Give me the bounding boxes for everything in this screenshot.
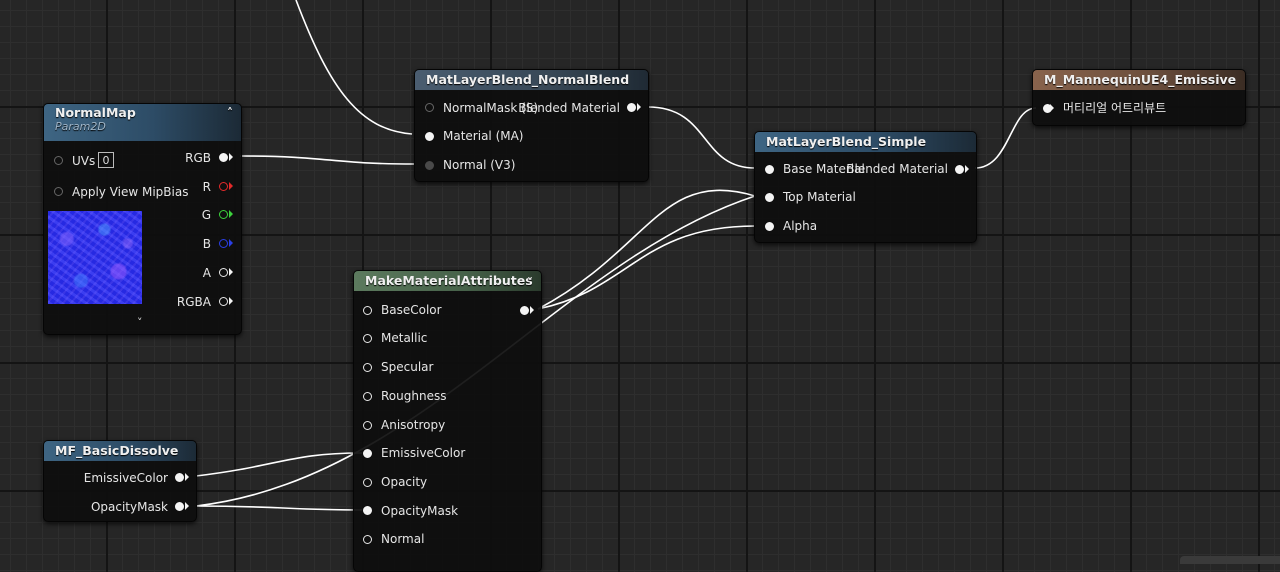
uvs-pin[interactable] <box>54 156 63 165</box>
normal-v3-label: Normal (V3) <box>443 158 516 172</box>
a-arrow-icon <box>229 268 233 276</box>
emissivecolor-pin[interactable] <box>363 449 372 458</box>
specular-pin[interactable] <box>363 363 372 372</box>
uvs-value-field[interactable]: 0 <box>98 152 114 168</box>
normal-texture-preview <box>48 211 142 304</box>
rgb-arrow-icon <box>229 153 233 161</box>
dissolve-node[interactable]: MF_BasicDissolve EmissiveColor OpacityMa… <box>43 440 197 522</box>
chevron-down-icon[interactable]: ˅ <box>527 273 533 291</box>
wire-simple-to-output <box>974 107 1037 169</box>
wire-attributes-to-alpha <box>537 225 756 310</box>
opacitymask-label: OpacityMask <box>381 504 459 518</box>
normalmap-title: NormalMap <box>55 105 136 120</box>
emissive-output-arrow-icon <box>185 473 189 481</box>
b-arrow-icon <box>229 239 233 247</box>
anisotropy-pin[interactable] <box>363 421 372 430</box>
normal-v3-pin[interactable] <box>425 161 434 170</box>
wire-blended-to-base <box>647 106 756 169</box>
normalmap-node[interactable]: NormalMap Param2D ˄ UVs 0 Apply View Mip… <box>43 103 242 335</box>
opacity-pin[interactable] <box>363 478 372 487</box>
apply-mipbias-pin[interactable] <box>54 187 63 196</box>
material-attributes-label: 머티리얼 어트리뷰트 <box>1063 101 1167 115</box>
dissolve-header[interactable]: MF_BasicDissolve <box>44 441 196 461</box>
wire-emissive-to-make <box>195 452 363 477</box>
normalmask-pin[interactable] <box>425 103 434 112</box>
normalmap-subtitle: Param2D <box>55 120 106 133</box>
emissivecolor-label: EmissiveColor <box>381 446 466 460</box>
alpha-pin[interactable] <box>765 222 774 231</box>
roughness-label: Roughness <box>381 389 447 403</box>
g-label: G <box>201 208 211 222</box>
normalmap-header[interactable]: NormalMap Param2D ˄ <box>44 104 241 141</box>
simple-header[interactable]: MatLayerBlend_Simple <box>755 132 976 152</box>
uvs-label: UVs <box>72 154 96 168</box>
basecolor-pin[interactable] <box>363 306 372 315</box>
material-label: Material (MA) <box>443 129 524 143</box>
material-attributes-arrow-icon <box>1050 104 1054 112</box>
b-label: B <box>202 237 211 251</box>
opacity-output-arrow-icon <box>185 502 189 510</box>
r-label: R <box>202 180 211 194</box>
chevron-up-icon[interactable]: ˄ <box>227 106 233 120</box>
simple-output-label: Blended Material <box>846 162 948 176</box>
normalblend-output-label: Blended Material <box>518 101 620 115</box>
make-attributes-node[interactable]: MakeMaterialAttributes ˅ BaseColor Metal… <box>353 270 542 572</box>
g-arrow-icon <box>229 210 233 218</box>
normalblend-header[interactable]: MatLayerBlend_NormalBlend <box>415 70 648 90</box>
wire-attributes-to-top <box>537 189 756 310</box>
rgb-label: RGB <box>185 151 211 165</box>
opacitymask-pin[interactable] <box>363 506 372 515</box>
opacity-output-pin[interactable] <box>175 502 184 511</box>
chevron-down-icon[interactable]: ˅ <box>137 316 143 329</box>
basecolor-label: BaseColor <box>381 303 442 317</box>
make-attributes-title: MakeMaterialAttributes <box>365 273 533 288</box>
top-material-label: Top Material <box>783 190 856 204</box>
material-pin[interactable] <box>425 132 434 141</box>
simple-node[interactable]: MatLayerBlend_Simple Base Material Blend… <box>754 131 977 243</box>
opacity-label: Opacity <box>381 475 428 489</box>
emissive-output-label: EmissiveColor <box>83 471 168 485</box>
rgb-pin[interactable] <box>219 153 228 162</box>
wire-rgb-to-normal <box>239 155 415 165</box>
make-output-pin[interactable] <box>520 306 529 315</box>
wire-opacity-to-make <box>195 505 363 511</box>
roughness-pin[interactable] <box>363 392 372 401</box>
corner-watermark <box>1180 556 1280 564</box>
make-attributes-header[interactable]: MakeMaterialAttributes ˅ <box>354 271 541 291</box>
simple-output-pin[interactable] <box>955 165 964 174</box>
a-pin[interactable] <box>219 268 228 277</box>
r-arrow-icon <box>229 182 233 190</box>
anisotropy-label: Anisotropy <box>381 418 446 432</box>
normal-pin[interactable] <box>363 535 372 544</box>
normalblend-output-arrow-icon <box>637 103 641 111</box>
opacity-output-label: OpacityMask <box>90 500 168 514</box>
rgba-label: RGBA <box>176 295 211 309</box>
metallic-pin[interactable] <box>363 334 372 343</box>
alpha-label: Alpha <box>783 219 818 233</box>
normal-label: Normal <box>381 532 425 546</box>
normalblend-output-pin[interactable] <box>627 103 636 112</box>
make-output-arrow-icon <box>530 306 534 314</box>
b-pin[interactable] <box>219 239 228 248</box>
specular-label: Specular <box>381 360 434 374</box>
output-material-header[interactable]: M_MannequinUE4_Emissive <box>1033 70 1245 90</box>
wire-offscreen-to-material <box>295 0 413 135</box>
rgba-pin[interactable] <box>219 297 228 306</box>
r-pin[interactable] <box>219 182 228 191</box>
metallic-label: Metallic <box>381 331 428 345</box>
emissive-output-pin[interactable] <box>175 473 184 482</box>
base-material-pin[interactable] <box>765 165 774 174</box>
a-label: A <box>202 266 211 280</box>
g-pin[interactable] <box>219 210 228 219</box>
apply-mipbias-label: Apply View MipBias <box>72 185 189 199</box>
top-material-pin[interactable] <box>765 193 774 202</box>
simple-output-arrow-icon <box>965 165 969 173</box>
normalblend-node[interactable]: MatLayerBlend_NormalBlend NormalMask (S)… <box>414 69 649 182</box>
output-material-node[interactable]: M_MannequinUE4_Emissive 머티리얼 어트리뷰트 <box>1032 69 1246 126</box>
rgba-arrow-icon <box>229 297 233 305</box>
